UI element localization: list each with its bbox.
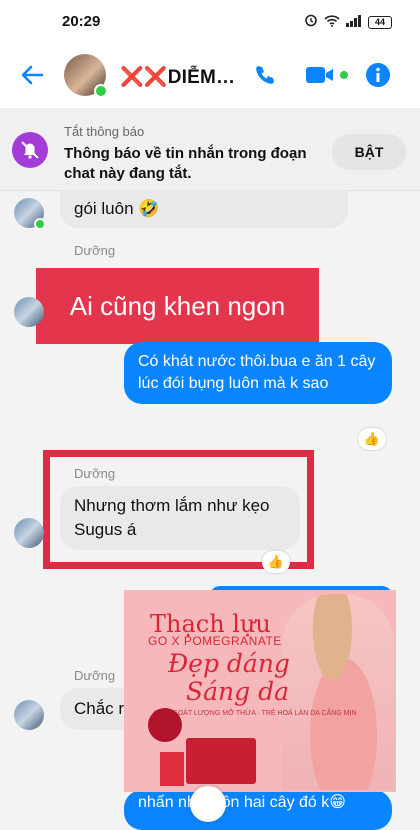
ad-slogan: Đẹp dáng Sáng da [168, 650, 290, 706]
info-icon[interactable] [365, 62, 391, 93]
like-reaction[interactable]: 👍 [262, 551, 290, 573]
sender-avatar[interactable] [14, 297, 44, 327]
ad-model-image [282, 594, 394, 790]
video-online-dot [340, 71, 348, 79]
notice-caption: Tắt thông báo [64, 124, 145, 139]
turn-on-button[interactable]: BẬT [332, 134, 406, 170]
signal-icon [346, 14, 362, 32]
product-pack-image [160, 752, 184, 786]
status-icons: 44 [304, 13, 392, 32]
online-indicator [34, 218, 46, 230]
muted-bell-icon [12, 132, 48, 168]
highlight-banner: Ai cũng khen ngon [36, 268, 319, 344]
wifi-icon [324, 14, 340, 32]
ad-subtitle: GO X POMEGRANATE [148, 634, 282, 648]
sender-avatar[interactable] [14, 700, 44, 730]
clock: 20:29 [62, 13, 101, 30]
video-call-icon[interactable] [306, 64, 336, 91]
back-arrow-icon[interactable] [20, 64, 44, 91]
scroll-button[interactable] [190, 786, 226, 822]
ad-slogan-line1: Đẹp dáng [168, 649, 290, 678]
ad-image[interactable]: Thạch lựu GO X POMEGRANATE Đẹp dáng Sáng… [124, 590, 396, 792]
contact-name[interactable]: ❌❌DIỄM… [120, 65, 235, 89]
muted-notice: Tắt thông báo Thông báo về tin nhắn tron… [0, 108, 420, 191]
alarm-icon [304, 13, 318, 32]
product-box-image [186, 738, 256, 784]
sent-message-bubble[interactable]: Có khát nước thôi.bua e ăn 1 cây lúc đói… [124, 342, 392, 404]
like-reaction[interactable]: 👍 [358, 428, 386, 450]
sender-avatar[interactable] [14, 518, 44, 548]
contact-name-prefix: ❌❌ [120, 67, 168, 88]
online-indicator [94, 84, 108, 98]
message-bubble[interactable]: Nhưng thơm lắm như kẹo Sugus á [60, 486, 300, 550]
ad-slogan-line2: Sáng da [186, 677, 289, 706]
sent-message-bubble[interactable]: nhấn nhá luôn hai cây đó k😁 [124, 790, 392, 830]
contact-name-text: DIỄM… [167, 67, 236, 88]
message-bubble[interactable]: gói luôn 🤣 [60, 190, 348, 228]
notice-message: Thông báo về tin nhắn trong đoạn chat nà… [64, 145, 307, 182]
sender-name: Dưỡng [74, 466, 116, 481]
status-bar: 20:29 44 [0, 0, 420, 44]
sender-name: Dưỡng [74, 668, 116, 683]
chat-header: ❌❌DIỄM… [0, 44, 420, 108]
battery-icon: 44 [368, 16, 392, 29]
pomegranate-image [148, 708, 182, 742]
ad-fine-print: KIỂM SOÁT LƯỢNG MỠ THỪA · TRẺ HOÁ LÀN DA… [154, 710, 357, 717]
phone-icon[interactable] [253, 63, 277, 92]
sender-name: Dưỡng [74, 243, 116, 258]
